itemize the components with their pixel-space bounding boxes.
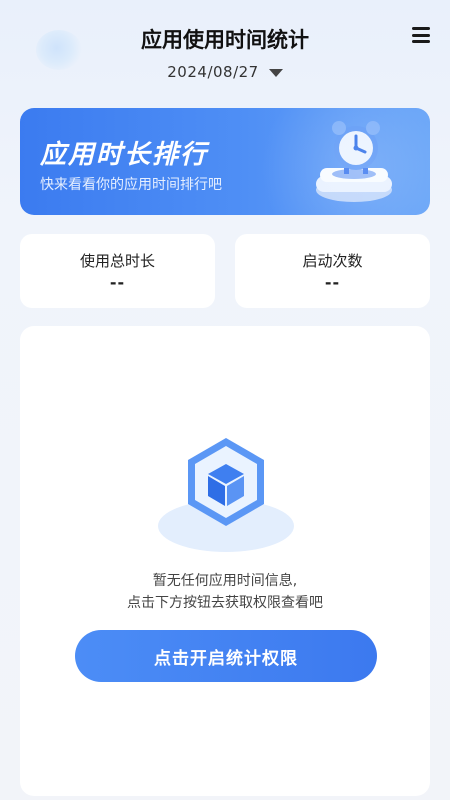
empty-line-1: 暂无任何应用时间信息,: [152, 573, 298, 589]
menu-icon[interactable]: [412, 27, 430, 43]
banner-subtitle: 快来看看你的应用时间排行吧: [40, 177, 222, 193]
stat-value: --: [109, 273, 126, 292]
stat-value: --: [324, 273, 341, 292]
alarm-clock-icon: [316, 121, 392, 202]
app-usage-panel: 暂无任何应用时间信息, 点击下方按钮去获取权限查看吧 点击开启统计权限: [20, 326, 430, 796]
date-picker[interactable]: 2024/08/27: [0, 63, 450, 81]
date-text: 2024/08/27: [167, 63, 259, 81]
empty-box-icon: [158, 438, 294, 552]
stat-label: 启动次数: [302, 252, 363, 270]
ranking-banner[interactable]: 应用时长排行 快来看看你的应用时间排行吧: [20, 108, 430, 215]
stat-label: 使用总时长: [79, 252, 155, 270]
banner-title: 应用时长排行: [40, 140, 209, 170]
enable-permission-button[interactable]: 点击开启统计权限: [75, 630, 377, 682]
header: 应用使用时间统计 2024/08/27: [0, 0, 450, 100]
empty-state-message: 暂无任何应用时间信息, 点击下方按钮去获取权限查看吧: [20, 570, 430, 614]
empty-line-2: 点击下方按钮去获取权限查看吧: [127, 595, 323, 611]
launch-count-card: 启动次数 --: [235, 234, 430, 308]
page-title: 应用使用时间统计: [141, 28, 309, 52]
chevron-down-icon: [268, 69, 283, 77]
total-usage-card: 使用总时长 --: [20, 234, 215, 308]
